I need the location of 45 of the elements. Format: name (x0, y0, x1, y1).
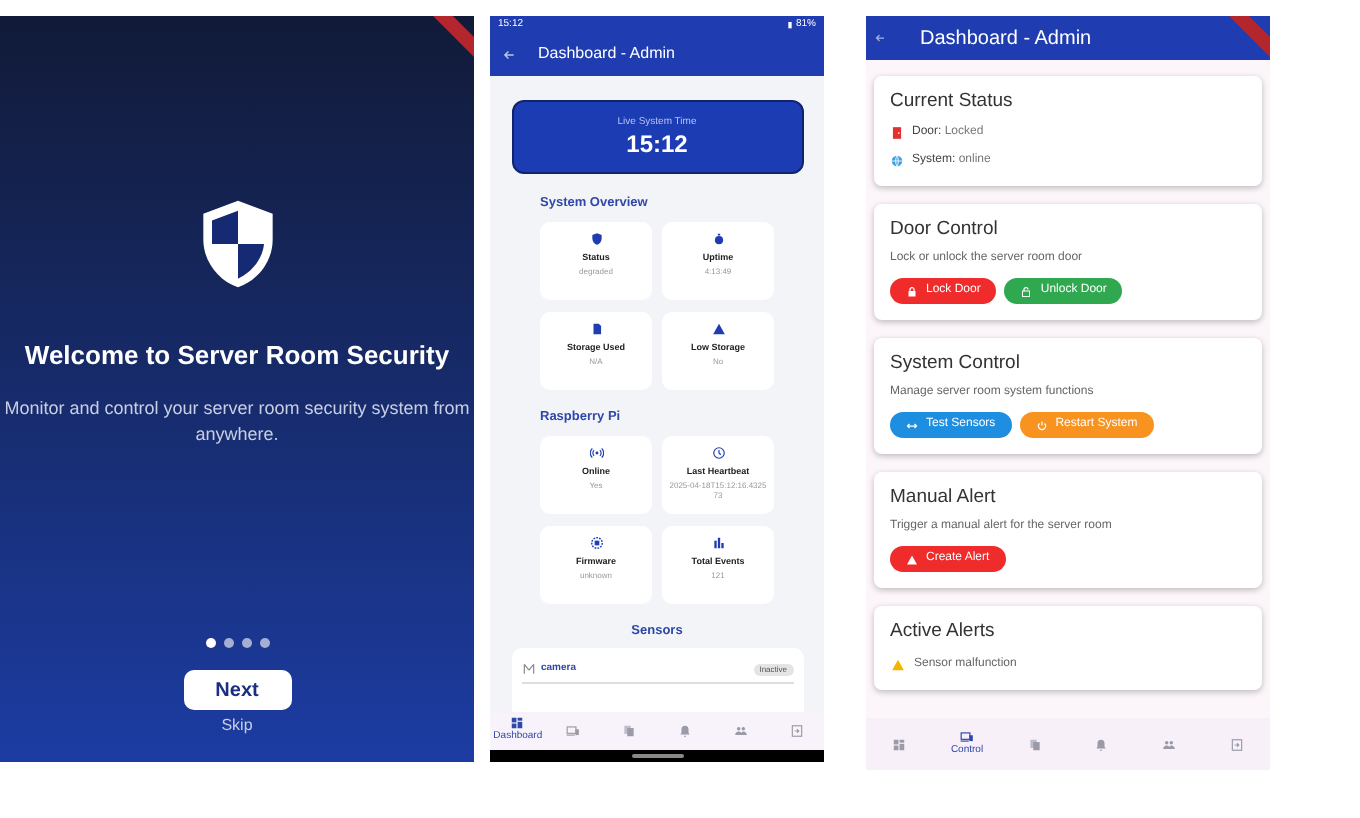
document-icon (589, 321, 603, 336)
globe-icon (890, 154, 904, 168)
card-title: Manual Alert (890, 486, 998, 510)
door-icon (890, 126, 904, 140)
documents-icon (622, 723, 637, 738)
next-button[interactable]: Next (183, 670, 291, 710)
button-icon (906, 285, 918, 297)
welcome-title: Welcome to Server Room Security (24, 338, 450, 374)
live-time: 15:12 (626, 130, 688, 159)
card-title: Current Status (890, 90, 1015, 114)
sensor-icon (521, 662, 535, 677)
skip-link[interactable]: Skip (221, 714, 253, 738)
exit-icon (1229, 737, 1244, 751)
warning-icon (711, 321, 725, 336)
clock-icon (711, 445, 725, 459)
warning-icon (890, 658, 906, 672)
button-icon (906, 419, 918, 431)
home-indicator (631, 754, 683, 758)
devices-icon (960, 730, 974, 744)
people-icon (733, 723, 748, 738)
battery-icon (785, 19, 794, 29)
people-icon (1162, 737, 1177, 751)
card-title: System Control (890, 352, 1022, 376)
bar-chart-icon (711, 535, 725, 549)
button-icon (906, 553, 918, 565)
app-title: Dashboard - Admin (920, 25, 1092, 53)
stopwatch-icon (711, 231, 725, 246)
bell-icon (677, 723, 692, 738)
exit-icon (789, 723, 804, 738)
back-icon (874, 32, 886, 44)
dashboard-icon (510, 716, 525, 731)
bell-icon (1094, 737, 1109, 751)
signal-icon (589, 445, 603, 459)
app-title: Dashboard - Admin (538, 42, 675, 66)
dashboard-icon (892, 737, 907, 751)
back-icon (502, 47, 516, 61)
documents-icon (1027, 737, 1042, 751)
card-title: Active Alerts (890, 620, 997, 644)
welcome-description: Monitor and control your server room security system from anywhere. (2, 395, 472, 447)
card-title: Door Control (890, 218, 1000, 242)
button-icon (1035, 419, 1048, 431)
chip-icon (589, 535, 603, 549)
button-icon (1020, 285, 1033, 297)
devices-icon (566, 723, 581, 738)
shield-icon (589, 231, 603, 246)
